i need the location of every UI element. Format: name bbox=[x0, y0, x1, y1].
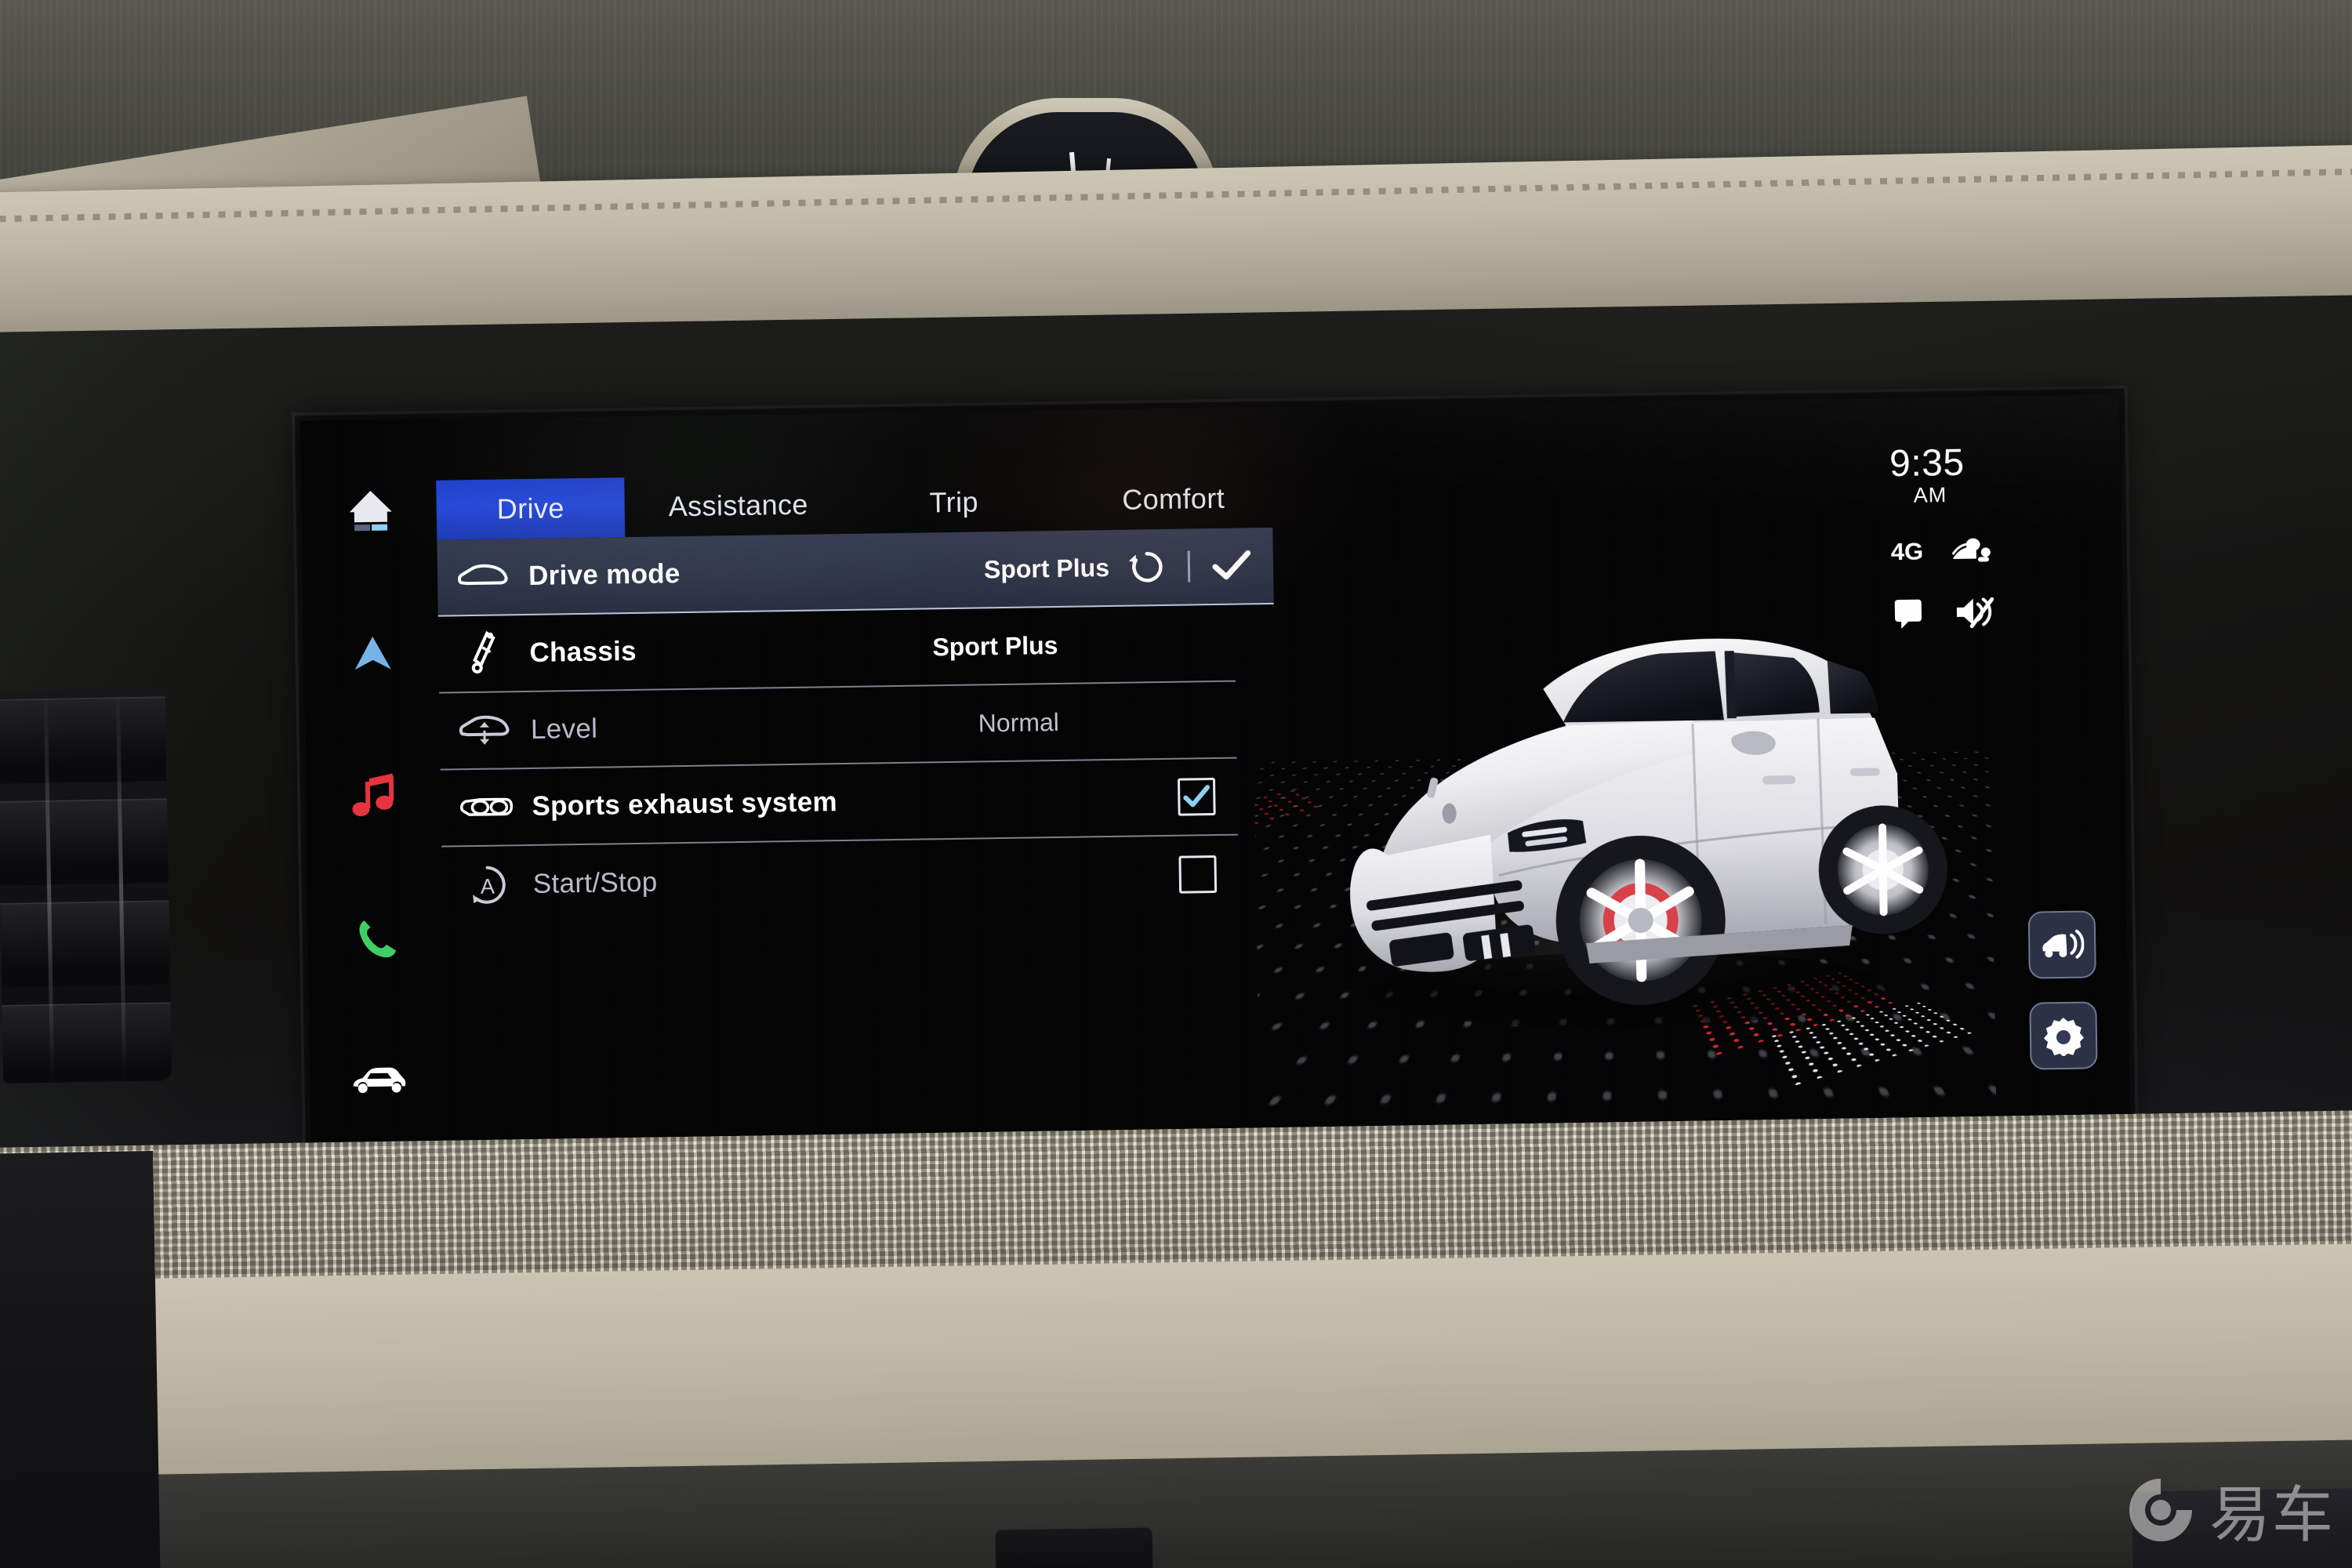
drive-settings-list: Drive mode Sport Plus Chassis Sport Plus… bbox=[437, 527, 1274, 924]
tab-trip[interactable]: Trip bbox=[851, 471, 1056, 534]
auto-start-stop-icon: A bbox=[473, 866, 506, 904]
vent-slat bbox=[0, 797, 172, 887]
row-icon-slot bbox=[437, 563, 528, 591]
list-item-level[interactable]: Level Normal bbox=[439, 681, 1237, 771]
music-note-icon bbox=[352, 773, 394, 817]
sidebar-item-media[interactable] bbox=[333, 754, 416, 837]
list-item-label: Chassis bbox=[529, 635, 637, 668]
vent-slat bbox=[0, 695, 172, 785]
car-icon bbox=[353, 1067, 406, 1094]
quick-action-buttons bbox=[2027, 910, 2098, 1070]
phone-icon bbox=[359, 920, 397, 957]
list-item-chassis[interactable]: Chassis Sport Plus bbox=[437, 604, 1236, 694]
status-row-notifications bbox=[1892, 594, 1996, 630]
row-icon-slot: A bbox=[441, 862, 533, 909]
status-bar: 9:35 AM 4G bbox=[1889, 441, 2088, 630]
sidebar-item-phone[interactable] bbox=[336, 897, 419, 980]
vehicle-3d-model bbox=[1250, 514, 1996, 1136]
tab-drive[interactable]: Drive bbox=[436, 477, 626, 540]
list-item-value: Sport Plus bbox=[932, 630, 1058, 661]
list-item-label: Drive mode bbox=[528, 558, 681, 591]
sidebar-item-home[interactable] bbox=[329, 470, 412, 553]
list-item-sports-exhaust-system[interactable]: Sports exhaust system bbox=[440, 758, 1239, 848]
start-stop-checkbox[interactable] bbox=[1178, 855, 1218, 894]
speaker-muted-icon bbox=[1956, 597, 1994, 629]
shock-absorber-icon bbox=[471, 630, 495, 673]
settings-button[interactable] bbox=[2029, 1001, 2098, 1070]
sidebar-item-navigation[interactable] bbox=[332, 612, 415, 695]
list-item-label: Sports exhaust system bbox=[532, 786, 838, 822]
watermark: 易车 bbox=[2125, 1466, 2335, 1554]
car-level-icon bbox=[459, 715, 510, 745]
row-icon-slot bbox=[438, 630, 530, 678]
checkmark-icon bbox=[1183, 785, 1210, 808]
status-row-network: 4G bbox=[1890, 535, 1991, 568]
network-type-label: 4G bbox=[1890, 537, 1924, 566]
yiche-circle-logo bbox=[2129, 1479, 2192, 1541]
tab-assistance[interactable]: Assistance bbox=[624, 474, 852, 537]
list-item-label: Level bbox=[530, 713, 598, 745]
list-item-start-stop[interactable]: A Start/Stop bbox=[441, 836, 1239, 924]
left-air-vent[interactable] bbox=[0, 688, 172, 1083]
list-item-value: Sport Plus bbox=[983, 553, 1110, 583]
center-control-slot[interactable] bbox=[995, 1527, 1153, 1568]
watermark-text: 易车 bbox=[2209, 1480, 2335, 1551]
row-icon-slot bbox=[441, 791, 532, 824]
vent-slat bbox=[0, 899, 172, 989]
vehicle-render-stage[interactable] bbox=[1250, 514, 1997, 1137]
gear-icon bbox=[2044, 1017, 2084, 1057]
list-item-value: Normal bbox=[978, 707, 1060, 737]
reset-arrow-icon[interactable] bbox=[1127, 546, 1168, 588]
control-divider bbox=[1187, 550, 1191, 583]
sidebar-rail bbox=[323, 470, 426, 1122]
checkmark-icon[interactable] bbox=[1210, 547, 1254, 584]
vent-slat bbox=[0, 1001, 172, 1083]
home-icon bbox=[349, 490, 392, 532]
sports-exhaust-checkbox[interactable] bbox=[1177, 778, 1216, 816]
sidebar-item-vehicle[interactable] bbox=[338, 1039, 421, 1122]
list-item-drive-mode[interactable]: Drive mode Sport Plus bbox=[437, 527, 1274, 617]
exhaust-tips-icon bbox=[460, 797, 514, 816]
svg-text:A: A bbox=[481, 875, 495, 898]
list-item-label: Start/Stop bbox=[532, 866, 658, 899]
parking-sensor-icon bbox=[2042, 929, 2085, 959]
tab-comfort[interactable]: Comfort bbox=[1055, 468, 1291, 531]
parking-sensors-button[interactable] bbox=[2027, 910, 2096, 979]
car-side-icon bbox=[457, 564, 508, 586]
message-bubble-icon bbox=[1894, 599, 1922, 630]
row-icon-slot bbox=[440, 713, 532, 749]
wifi-hotspot-icon bbox=[1951, 538, 1991, 562]
navigation-arrow-icon bbox=[354, 636, 391, 670]
lower-left-dark-panel bbox=[0, 1150, 161, 1568]
clock-ampm: AM bbox=[1913, 483, 1947, 507]
infotainment-display[interactable]: Drive Assistance Trip Comfort Drive mode… bbox=[300, 394, 2130, 1167]
clock-time: 9:35 bbox=[1889, 441, 1965, 485]
